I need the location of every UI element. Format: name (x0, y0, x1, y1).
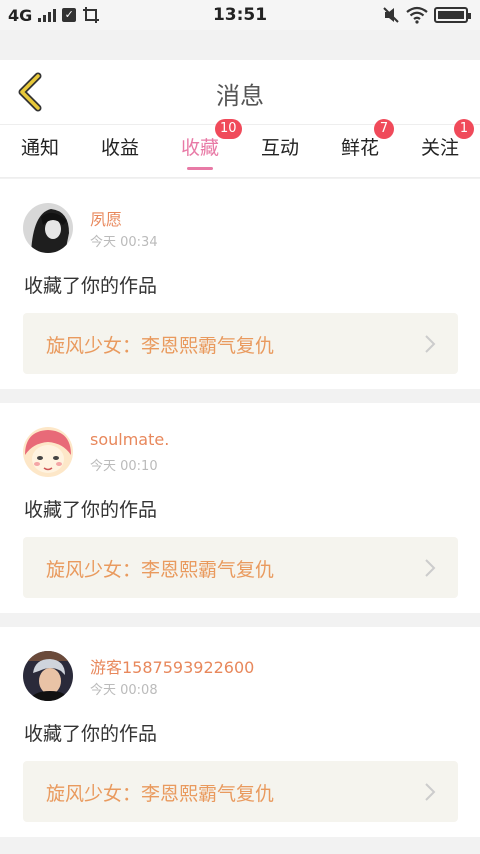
tab-label: 收益 (100, 137, 139, 159)
chevron-right-icon (425, 559, 436, 577)
tab-label: 互动 (260, 137, 299, 159)
timestamp: 今天 00:08 (90, 683, 158, 698)
tab-label: 收藏 (180, 137, 219, 159)
message-card: 游客1587593922600 今天 00:08 收藏了你的作品 旋风少女：李恩… (0, 627, 480, 837)
work-link[interactable]: 旋风少女：李恩熙霸气复仇 (23, 761, 458, 822)
chevron-right-icon (425, 783, 436, 801)
timestamp: 今天 00:10 (90, 459, 158, 474)
page-title: 消息 (216, 82, 264, 110)
header: 消息 (0, 60, 480, 124)
status-time: 13:51 (212, 5, 268, 25)
timestamp: 今天 00:34 (90, 235, 158, 250)
action-text: 收藏了你的作品 (24, 275, 158, 297)
message-card: soulmate. 今天 00:10 收藏了你的作品 旋风少女：李恩熙霸气复仇 (0, 403, 480, 613)
tab-favorites[interactable]: 收藏 10 (160, 119, 242, 178)
tab-label: 鲜花 (340, 137, 379, 159)
flowers-badge: 7 (374, 119, 394, 139)
follows-badge: 1 (454, 119, 474, 139)
avatar[interactable] (23, 427, 73, 477)
work-title: 旋风少女：李恩熙霸气复仇 (46, 559, 275, 581)
avatar[interactable] (23, 203, 73, 253)
work-link[interactable]: 旋风少女：李恩熙霸气复仇 (23, 313, 458, 374)
tab-label: 关注 (420, 137, 459, 159)
avatar[interactable] (23, 651, 73, 701)
work-link[interactable]: 旋风少女：李恩熙霸气复仇 (23, 537, 458, 598)
action-text: 收藏了你的作品 (24, 499, 158, 521)
favorites-badge: 10 (215, 119, 242, 139)
tab-follows[interactable]: 关注 1 (400, 119, 480, 178)
status-bar: 4G ✓ 13:51 (0, 0, 480, 30)
message-card: 夙愿 今天 00:34 收藏了你的作品 旋风少女：李恩熙霸气复仇 (0, 179, 480, 389)
username[interactable]: soulmate. (90, 430, 169, 449)
work-title: 旋风少女：李恩熙霸气复仇 (46, 783, 275, 805)
battery-icon (434, 7, 471, 23)
work-title: 旋风少女：李恩熙霸气复仇 (46, 335, 275, 357)
username[interactable]: 游客1587593922600 (90, 654, 254, 678)
tab-interactions[interactable]: 互动 (240, 125, 320, 178)
username[interactable]: 夙愿 (90, 206, 122, 230)
tab-earnings[interactable]: 收益 (80, 125, 160, 178)
chevron-right-icon (425, 335, 436, 353)
active-tab-indicator (187, 167, 213, 170)
tab-label: 通知 (20, 137, 59, 159)
action-text: 收藏了你的作品 (24, 723, 158, 745)
tab-flowers[interactable]: 鲜花 7 (320, 119, 400, 178)
tab-bar: 通知 收益 收藏 10 互动 鲜花 7 关注 1 (0, 119, 480, 178)
tab-notifications[interactable]: 通知 (0, 125, 80, 178)
